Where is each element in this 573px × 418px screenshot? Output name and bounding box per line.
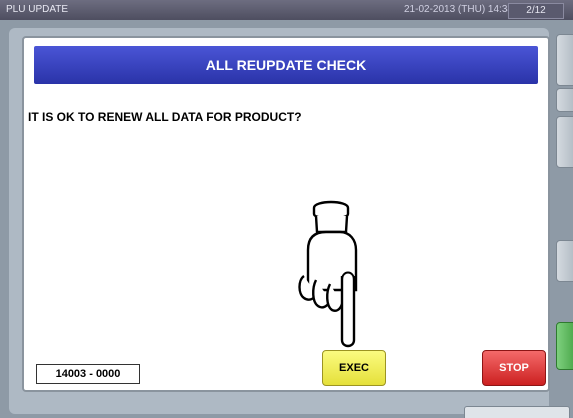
code-display: 14003 - 0000 xyxy=(36,364,140,384)
date-time: 21-02-2013 (THU) 14:34 xyxy=(404,4,513,15)
side-button-1[interactable] xyxy=(556,34,573,86)
side-button-3[interactable] xyxy=(556,116,573,168)
side-button-2[interactable] xyxy=(556,88,573,112)
dialog-title: ALL REUPDATE CHECK xyxy=(34,46,538,84)
bottom-tab[interactable] xyxy=(464,406,570,418)
stop-button[interactable]: STOP xyxy=(482,350,546,386)
title-bar: PLU UPDATE 21-02-2013 (THU) 14:34 2/12 xyxy=(0,0,573,20)
page-counter: 2/12 xyxy=(508,3,564,19)
dialog-message: IT IS OK TO RENEW ALL DATA FOR PRODUCT? xyxy=(28,110,302,124)
screen-title: PLU UPDATE xyxy=(6,4,69,15)
pointing-hand-icon xyxy=(298,200,358,348)
side-button-green[interactable] xyxy=(556,322,573,370)
scale-screen: PLU UPDATE 21-02-2013 (THU) 14:34 2/12 A… xyxy=(0,0,573,418)
side-button-4[interactable] xyxy=(556,240,573,282)
